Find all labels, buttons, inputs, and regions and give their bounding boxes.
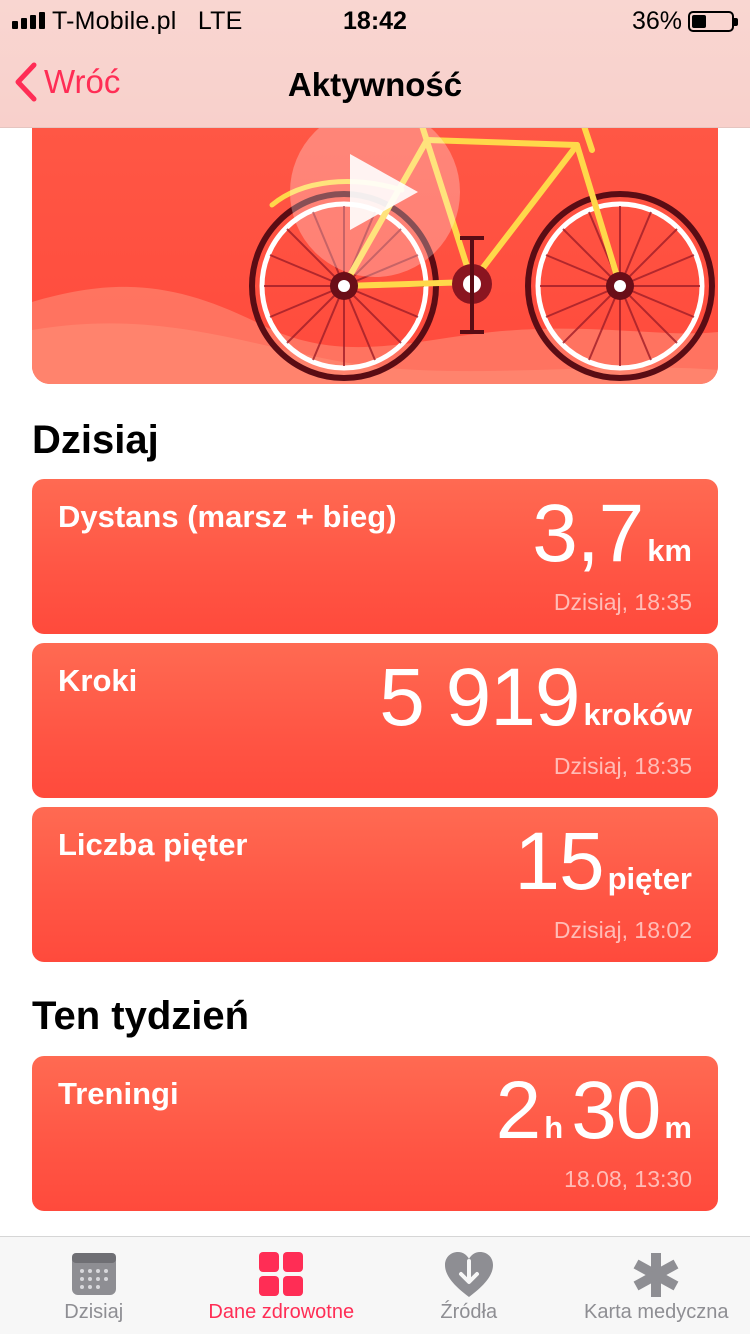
card-unit: km: [647, 533, 692, 568]
card-value: 15: [514, 816, 604, 907]
section-title-today: Dzisiaj: [32, 418, 159, 462]
asterisk-icon: [633, 1253, 679, 1297]
tab-medical-id[interactable]: Karta medyczna: [563, 1237, 750, 1334]
card-label: Treningi: [58, 1076, 179, 1111]
steps-card[interactable]: Kroki 5 919 kroków Dzisiaj, 18:35: [32, 643, 718, 798]
tab-sources[interactable]: Źródła: [375, 1237, 563, 1334]
tab-label: Dane zdrowotne: [208, 1301, 355, 1323]
battery-icon: [688, 11, 738, 32]
heart-download-icon: [444, 1252, 493, 1297]
card-timestamp: Dzisiaj, 18:35: [553, 753, 692, 779]
play-icon[interactable]: [290, 107, 460, 277]
floors-card[interactable]: Liczba pięter 15 pięter Dzisiaj, 18:02: [32, 807, 718, 962]
tab-label: Dzisiaj: [64, 1301, 124, 1323]
section-title-week: Ten tydzień: [32, 994, 250, 1038]
card-label: Liczba pięter: [58, 827, 248, 862]
tab-today[interactable]: Dzisiaj: [0, 1237, 188, 1334]
grid-icon: [259, 1252, 304, 1296]
card-timestamp: Dzisiaj, 18:02: [553, 917, 692, 943]
minutes-unit: m: [664, 1110, 692, 1145]
calendar-icon: [71, 1253, 116, 1295]
card-unit: kroków: [583, 697, 692, 732]
tab-health-data[interactable]: Dane zdrowotne: [188, 1237, 376, 1334]
tab-bar: Dzisiaj Dane zdrowotne Źródła Karta medy…: [0, 1236, 750, 1334]
hours-unit: h: [544, 1110, 564, 1145]
card-timestamp: 18.08, 13:30: [564, 1166, 692, 1192]
top-bar: T-Mobile.pl LTE 18:42 36% Wróć Aktywność: [0, 0, 750, 128]
minutes-value: 30: [571, 1065, 661, 1156]
hours-value: 2: [495, 1065, 542, 1156]
card-value: 3,7: [532, 488, 644, 579]
card-label: Dystans (marsz + bieg): [58, 499, 397, 534]
card-label: Kroki: [58, 663, 138, 698]
card-timestamp: Dzisiaj, 18:35: [553, 589, 692, 615]
tab-label: Karta medyczna: [583, 1301, 729, 1323]
card-unit: pięter: [607, 861, 692, 896]
workouts-card[interactable]: Treningi 2 h 30 m 18.08, 13:30: [32, 1056, 718, 1211]
nav-bar: Wróć Aktywność: [0, 40, 750, 128]
page-title: Aktywność: [287, 66, 463, 103]
tab-label: Źródła: [440, 1301, 498, 1323]
card-value: 5 919: [379, 652, 580, 743]
distance-card[interactable]: Dystans (marsz + bieg) 3,7 km Dzisiaj, 1…: [32, 479, 718, 634]
status-bar: T-Mobile.pl LTE 18:42 36%: [0, 0, 750, 40]
battery-percent: 36%: [631, 7, 682, 35]
